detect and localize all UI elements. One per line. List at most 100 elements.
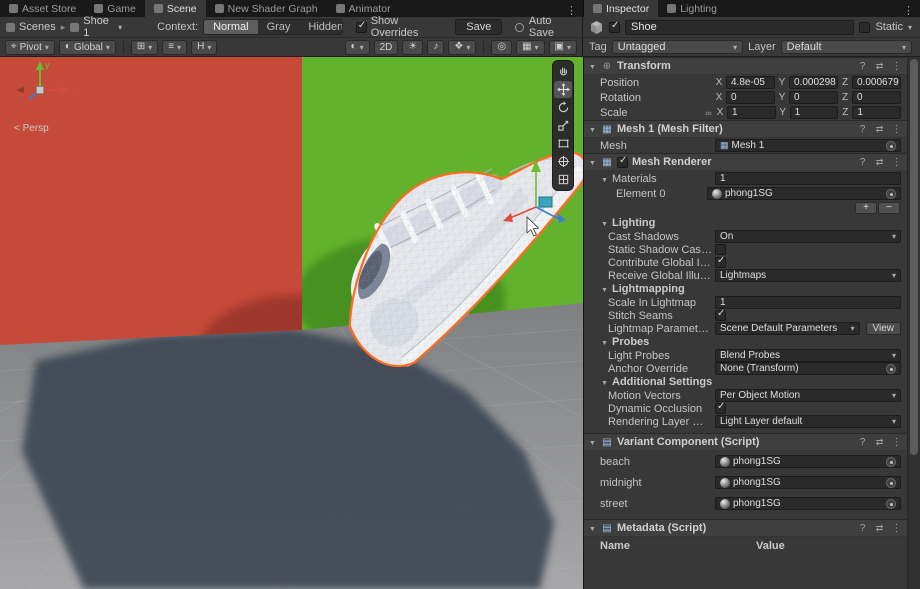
- variant-component-header[interactable]: Variant Component (Script): [584, 433, 907, 451]
- stitch-seams-checkbox[interactable]: [715, 310, 726, 321]
- position-y-field[interactable]: 0.000298: [789, 76, 838, 89]
- context-option-hidden[interactable]: Hidden: [299, 20, 342, 34]
- rect-tool[interactable]: [554, 135, 572, 152]
- foldout-icon[interactable]: [588, 436, 597, 448]
- more-menu-icon[interactable]: [890, 124, 903, 135]
- grid-snapping-button[interactable]: ⊞: [131, 40, 158, 55]
- motion-vectors-dropdown[interactable]: Per Object Motion: [715, 389, 901, 402]
- save-button[interactable]: Save: [455, 19, 502, 35]
- static-checkbox[interactable]: [859, 22, 870, 33]
- transform-tool[interactable]: [554, 153, 572, 170]
- object-name-field[interactable]: Shoe: [625, 20, 854, 35]
- foldout-icon[interactable]: [600, 376, 609, 388]
- scale-x-field[interactable]: 1: [727, 106, 776, 119]
- breadcrumb-shoe1[interactable]: Shoe 1: [70, 15, 122, 39]
- lightmapping-subheader[interactable]: Lightmapping: [584, 282, 907, 296]
- lighting-subheader[interactable]: Lighting: [584, 216, 907, 230]
- pivot-mode-button[interactable]: ⌖Pivot: [5, 40, 55, 55]
- rendering-layer-mask-dropdown[interactable]: Light Layer default: [715, 415, 901, 428]
- mesh-renderer-header[interactable]: Mesh Renderer: [584, 153, 907, 171]
- tab-scene[interactable]: Scene: [145, 0, 206, 17]
- scene-audio-button[interactable]: ♪: [427, 40, 444, 55]
- move-tool[interactable]: [554, 81, 572, 98]
- probes-subheader[interactable]: Probes: [584, 335, 907, 349]
- dynamic-occlusion-checkbox[interactable]: [715, 403, 726, 414]
- view-hand-tool[interactable]: [554, 63, 572, 80]
- material-object-field[interactable]: phong1SG: [707, 187, 901, 200]
- street-material-field[interactable]: phong1SG: [715, 497, 901, 510]
- rotation-z-field[interactable]: 0: [852, 91, 901, 104]
- inspector-scrollbar[interactable]: [907, 57, 920, 589]
- rotation-x-field[interactable]: 0: [726, 91, 775, 104]
- layer-dropdown[interactable]: Default: [781, 40, 912, 54]
- receive-gi-dropdown[interactable]: Lightmaps: [715, 269, 901, 282]
- foldout-icon[interactable]: [588, 522, 597, 534]
- presets-icon[interactable]: [873, 157, 886, 168]
- beach-material-field[interactable]: phong1SG: [715, 455, 901, 468]
- foldout-icon[interactable]: [588, 156, 597, 168]
- help-icon[interactable]: [856, 523, 869, 534]
- foldout-icon[interactable]: [588, 60, 597, 72]
- add-material-button[interactable]: +: [855, 202, 877, 214]
- tab-shader-graph[interactable]: New Shader Graph: [206, 0, 327, 17]
- foldout-icon[interactable]: [600, 283, 609, 295]
- foldout-icon[interactable]: [600, 173, 609, 185]
- scale-tool[interactable]: [554, 117, 572, 134]
- shading-mode-button[interactable]: ◐: [345, 40, 370, 55]
- foldout-icon[interactable]: [600, 217, 609, 229]
- snap-increment-button[interactable]: ≡: [162, 40, 187, 55]
- lightmap-parameters-dropdown[interactable]: Scene Default Parameters: [715, 322, 860, 335]
- rotate-tool[interactable]: [554, 99, 572, 116]
- static-dropdown-icon[interactable]: [908, 21, 912, 33]
- gizmo-plane-handle[interactable]: [539, 197, 552, 207]
- anchor-override-field[interactable]: None (Transform): [715, 362, 901, 375]
- midnight-material-field[interactable]: phong1SG: [715, 476, 901, 489]
- more-menu-icon[interactable]: [890, 61, 903, 72]
- scrollbar-thumb[interactable]: [910, 59, 918, 455]
- view-button[interactable]: View: [866, 322, 902, 335]
- context-option-gray[interactable]: Gray: [258, 20, 300, 34]
- help-icon[interactable]: [856, 61, 869, 72]
- more-menu-icon[interactable]: [890, 523, 903, 534]
- position-x-field[interactable]: 4.8e-05: [726, 76, 775, 89]
- camera-settings-button[interactable]: ▣: [549, 40, 577, 55]
- scene-viewport[interactable]: x y < Persp: [0, 57, 583, 589]
- rotation-y-field[interactable]: 0: [789, 91, 838, 104]
- position-z-field[interactable]: 0.000679: [852, 76, 901, 89]
- object-picker-icon[interactable]: [886, 478, 896, 488]
- presets-icon[interactable]: [873, 523, 886, 534]
- static-shadow-caster-checkbox[interactable]: [715, 244, 726, 255]
- handle-size-button[interactable]: H: [191, 40, 217, 55]
- more-menu-icon[interactable]: [890, 437, 903, 448]
- 2d-toggle-button[interactable]: 2D: [374, 40, 399, 55]
- object-picker-icon[interactable]: [886, 364, 896, 374]
- foldout-icon[interactable]: [588, 123, 597, 135]
- grid-visibility-button[interactable]: ▦: [516, 40, 544, 55]
- object-picker-icon[interactable]: [886, 189, 896, 199]
- show-overrides-toggle[interactable]: Show Overrides: [356, 15, 443, 39]
- help-icon[interactable]: [856, 124, 869, 135]
- presets-icon[interactable]: [873, 437, 886, 448]
- tab-inspector[interactable]: Inspector: [584, 0, 658, 17]
- help-icon[interactable]: [856, 437, 869, 448]
- mesh-filter-header[interactable]: Mesh 1 (Mesh Filter): [584, 120, 907, 138]
- object-picker-icon[interactable]: [886, 141, 896, 151]
- contribute-gi-checkbox[interactable]: [715, 257, 726, 268]
- context-option-normal[interactable]: Normal: [204, 20, 257, 34]
- cast-shadows-dropdown[interactable]: On: [715, 230, 901, 243]
- additional-settings-subheader[interactable]: Additional Settings: [584, 375, 907, 389]
- materials-count-field[interactable]: 1: [715, 172, 901, 185]
- projection-label[interactable]: < Persp: [14, 123, 49, 134]
- help-icon[interactable]: [856, 157, 869, 168]
- object-picker-icon[interactable]: [886, 499, 896, 509]
- scene-lighting-button[interactable]: ☀: [402, 40, 423, 55]
- scale-y-field[interactable]: 1: [790, 106, 839, 119]
- scale-in-lightmap-field[interactable]: 1: [715, 296, 901, 309]
- inspector-pane-menu-icon[interactable]: [897, 4, 920, 17]
- tag-dropdown[interactable]: Untagged: [612, 40, 743, 54]
- more-menu-icon[interactable]: [890, 157, 903, 168]
- foldout-icon[interactable]: [600, 336, 609, 348]
- object-enabled-checkbox[interactable]: [609, 22, 620, 33]
- presets-icon[interactable]: [873, 61, 886, 72]
- auto-save-toggle[interactable]: [515, 23, 524, 32]
